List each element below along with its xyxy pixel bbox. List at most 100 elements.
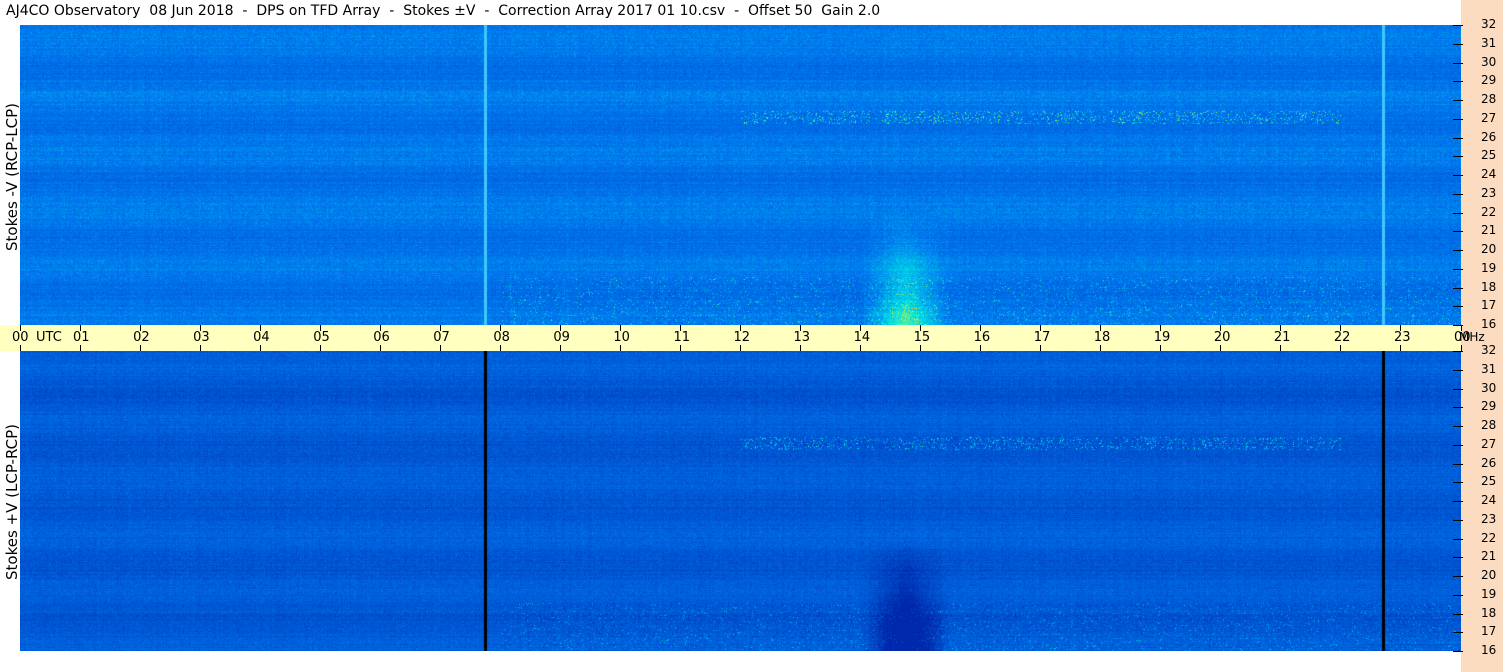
frequency-tick-label: 22	[1481, 530, 1497, 545]
frequency-tick-mark	[1453, 81, 1463, 83]
frequency-tick-label: 29	[1481, 399, 1497, 414]
time-tick-label: 23	[1393, 330, 1411, 345]
frequency-tick-mark	[1453, 325, 1463, 326]
time-tick-label: 17	[1033, 330, 1051, 345]
frequency-tick-label: 25	[1481, 474, 1497, 489]
time-tick-label: 21	[1273, 330, 1291, 345]
frequency-tick-mark	[1453, 43, 1463, 45]
frequency-tick-label: 28	[1481, 92, 1497, 106]
frequency-tick-mark	[1453, 594, 1463, 596]
frequency-tick-label: 16	[1481, 643, 1497, 657]
frequency-tick-label: 32	[1481, 343, 1497, 357]
bottom-spectrogram-canvas	[20, 351, 1461, 651]
frequency-tick-mark	[1453, 444, 1463, 446]
frequency-tick-mark	[1453, 613, 1463, 615]
time-tick-label: 09	[553, 330, 570, 345]
frequency-tick-label: 24	[1481, 493, 1497, 507]
frequency-tick-mark	[1453, 426, 1463, 427]
frequency-tick-label: 19	[1481, 586, 1497, 601]
time-tick-label: 04	[253, 330, 270, 345]
time-tick-label: 19	[1153, 330, 1171, 345]
frequency-tick-mark	[1453, 175, 1463, 176]
chart-title: AJ4CO Observatory 08 Jun 2018 - DPS on T…	[6, 3, 881, 19]
frequency-tick-mark	[1453, 100, 1463, 101]
frequency-tick-mark	[1453, 25, 1463, 26]
bottom-spectrogram	[20, 351, 1461, 651]
frequency-tick-label: 21	[1481, 223, 1497, 238]
frequency-tick-mark	[1453, 306, 1463, 308]
frequency-tick-label: 24	[1481, 167, 1497, 181]
frequency-tick-label: 23	[1481, 185, 1497, 200]
time-tick-label: 13	[793, 330, 811, 345]
top-y-axis-label: Stokes -V (RCP-LCP)	[3, 103, 21, 251]
frequency-tick-label: 17	[1481, 624, 1497, 639]
frequency-tick-mark	[1453, 388, 1463, 390]
frequency-tick-label: 21	[1481, 549, 1497, 564]
frequency-tick-label: 16	[1481, 317, 1497, 331]
frequency-tick-label: 25	[1481, 148, 1497, 163]
frequency-tick-label: 19	[1481, 260, 1497, 275]
top-spectrogram	[20, 25, 1461, 325]
frequency-tick-mark	[1453, 287, 1463, 289]
time-tick-label: 10	[613, 330, 630, 345]
frequency-tick-mark	[1453, 137, 1463, 139]
frequency-tick-label: 26	[1481, 455, 1497, 470]
frequency-tick-label: 30	[1481, 380, 1497, 395]
time-tick-label: 05	[313, 330, 330, 345]
frequency-tick-mark	[1453, 501, 1463, 502]
frequency-tick-mark	[1453, 212, 1463, 214]
frequency-tick-mark	[1453, 268, 1463, 270]
frequency-tick-label: 28	[1481, 418, 1497, 432]
frequency-tick-label: 23	[1481, 511, 1497, 526]
frequency-tick-mark	[1453, 156, 1463, 158]
time-tick-label: 08	[493, 330, 510, 345]
frequency-tick-label: 18	[1481, 605, 1497, 620]
frequency-tick-mark	[1453, 369, 1463, 371]
frequency-tick-mark	[1453, 118, 1463, 120]
time-tick-label: 18	[1093, 330, 1111, 345]
frequency-tick-label: 31	[1481, 35, 1497, 50]
time-tick-label: 22	[1333, 330, 1351, 345]
frequency-tick-mark	[1453, 351, 1463, 352]
time-tick-label: 11	[673, 330, 690, 345]
bottom-y-axis-label: Stokes +V (LCP-RCP)	[3, 424, 21, 580]
time-tick-label: 12	[733, 330, 751, 345]
frequency-tick-label: 31	[1481, 361, 1497, 376]
frequency-tick-mark	[1453, 538, 1463, 540]
frequency-tick-label: 20	[1481, 242, 1497, 256]
frequency-tick-mark	[1453, 250, 1463, 251]
frequency-tick-mark	[1453, 62, 1463, 64]
frequency-tick-label: 26	[1481, 129, 1497, 144]
frequency-tick-mark	[1453, 231, 1463, 233]
frequency-tick-mark	[1453, 651, 1463, 652]
time-unit-label: UTC	[36, 330, 62, 345]
time-tick-label: 14	[853, 330, 871, 345]
frequency-tick-label: 18	[1481, 279, 1497, 294]
time-tick-label: 07	[433, 330, 450, 345]
frequency-tick-mark	[1453, 632, 1463, 634]
frequency-tick-label: 20	[1481, 568, 1497, 582]
frequency-tick-mark	[1453, 193, 1463, 195]
frequency-tick-label: 30	[1481, 54, 1497, 69]
time-tick-label: 00	[12, 330, 29, 345]
time-tick-label: 20	[1213, 330, 1231, 345]
time-tick-label: 15	[913, 330, 931, 345]
time-tick-label: 01	[73, 330, 90, 345]
top-spectrogram-canvas	[20, 25, 1461, 325]
frequency-tick-mark	[1453, 482, 1463, 484]
frequency-tick-label: 27	[1481, 110, 1497, 125]
frequency-tick-label: 17	[1481, 298, 1497, 313]
frequency-tick-mark	[1453, 557, 1463, 559]
frequency-tick-label: 32	[1481, 17, 1497, 31]
frequency-tick-label: 22	[1481, 204, 1497, 219]
frequency-tick-label: 27	[1481, 436, 1497, 451]
time-tick-label: 03	[193, 330, 210, 345]
frequency-tick-mark	[1453, 519, 1463, 521]
frequency-unit-label: MHz	[1459, 330, 1485, 344]
frequency-tick-label: 29	[1481, 73, 1497, 88]
time-axis: 00 01 02 03 04 05 06 07 08 09 10 11 12 13 14 15 16 17 18 19…	[0, 325, 1485, 351]
time-tick-label: 06	[373, 330, 390, 345]
frequency-tick-mark	[1453, 407, 1463, 409]
frequency-tick-mark	[1453, 576, 1463, 577]
time-tick-label: 02	[133, 330, 150, 345]
